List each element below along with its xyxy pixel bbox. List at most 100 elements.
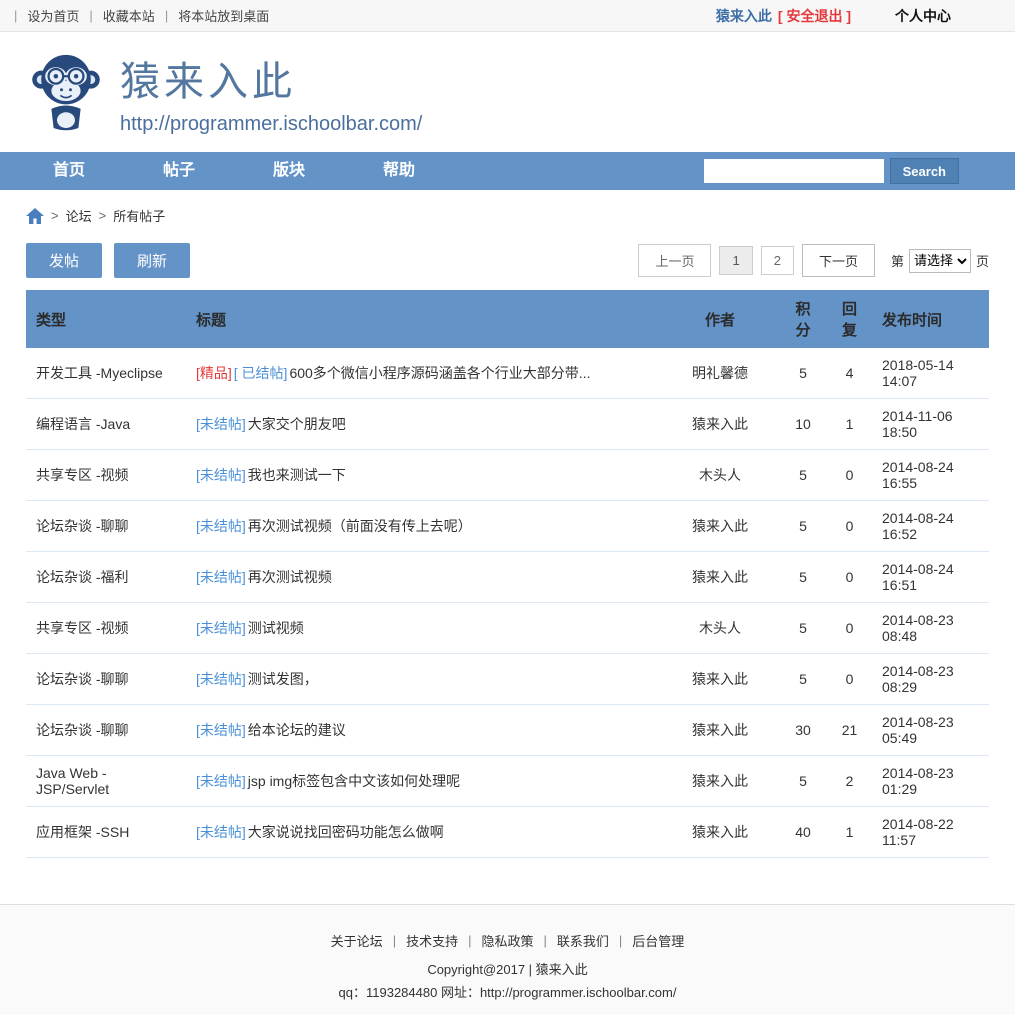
table-body: 开发工具 -Myeclipse [精品][ 已结帖]600多个微信小程序源码涵盖…	[26, 348, 989, 858]
nav-item-home[interactable]: 首页	[14, 152, 124, 190]
post-tag[interactable]: [未结帖]	[196, 518, 246, 534]
footer-link-admin[interactable]: 后台管理	[632, 931, 684, 950]
desktop-shortcut-link[interactable]: 将本站放到桌面	[178, 6, 269, 25]
cell-time: 2014-08-24 16:55	[872, 450, 989, 501]
next-page-button[interactable]: 下一页	[802, 244, 875, 277]
page-select[interactable]: 请选择	[909, 249, 971, 273]
search-button[interactable]: Search	[890, 158, 959, 184]
cell-replies: 0	[827, 450, 872, 501]
cell-replies: 0	[827, 501, 872, 552]
cell-author: 明礼馨德	[661, 348, 779, 399]
cell-title: [未结帖]给本论坛的建议	[186, 705, 661, 756]
footer-link-contact[interactable]: 联系我们	[557, 931, 609, 950]
breadcrumb-all-posts[interactable]: 所有帖子	[113, 206, 165, 225]
post-title-link[interactable]: 给本论坛的建议	[248, 722, 346, 738]
cell-type: 论坛杂谈 -聊聊	[26, 654, 186, 705]
prev-page-button[interactable]: 上一页	[638, 244, 711, 277]
post-title-link[interactable]: 测试视频	[248, 620, 304, 636]
cell-author: 猿来入此	[661, 705, 779, 756]
post-tag[interactable]: [未结帖]	[196, 569, 246, 585]
cell-type: 论坛杂谈 -聊聊	[26, 501, 186, 552]
site-url[interactable]: http://programmer.ischoolbar.com/	[120, 113, 422, 136]
post-tag[interactable]: [精品]	[196, 365, 232, 381]
cell-score: 5	[779, 348, 827, 399]
monkey-logo-icon	[30, 50, 102, 134]
table-row: 共享专区 -视频 [未结帖]测试视频 木头人 5 0 2014-08-23 08…	[26, 603, 989, 654]
post-title-link[interactable]: 再次测试视频	[248, 569, 332, 585]
post-title-link[interactable]: 我也来测试一下	[248, 467, 346, 483]
page-number-1[interactable]: 1	[719, 246, 752, 275]
refresh-button[interactable]: 刷新	[114, 243, 190, 278]
cell-score: 5	[779, 603, 827, 654]
post-tag[interactable]: [未结帖]	[196, 620, 246, 636]
cell-author: 猿来入此	[661, 807, 779, 858]
new-post-button[interactable]: 发帖	[26, 243, 102, 278]
post-tag[interactable]: [未结帖]	[196, 773, 246, 789]
post-tag[interactable]: [ 已结帖]	[234, 365, 288, 381]
post-tag[interactable]: [未结帖]	[196, 467, 246, 483]
cell-type: 共享专区 -视频	[26, 450, 186, 501]
table-row: 应用框架 -SSH [未结帖]大家说说找回密码功能怎么做啊 猿来入此 40 1 …	[26, 807, 989, 858]
nav-item-boards[interactable]: 版块	[234, 152, 344, 190]
topbar-links: | 设为首页 | 收藏本站 | 将本站放到桌面	[14, 6, 269, 25]
cell-time: 2014-08-23 08:29	[872, 654, 989, 705]
header-time: 发布时间	[872, 290, 989, 348]
footer-link-privacy[interactable]: 隐私政策	[481, 931, 533, 950]
footer-link-support[interactable]: 技术支持	[406, 931, 458, 950]
post-tag[interactable]: [未结帖]	[196, 671, 246, 687]
post-title-link[interactable]: 600多个微信小程序源码涵盖各个行业大部分带...	[289, 365, 590, 381]
cell-replies: 1	[827, 807, 872, 858]
cell-replies: 0	[827, 603, 872, 654]
table-row: 论坛杂谈 -聊聊 [未结帖]给本论坛的建议 猿来入此 30 21 2014-08…	[26, 705, 989, 756]
cell-time: 2018-05-14 14:07	[872, 348, 989, 399]
site-name: 猿来入此	[120, 49, 422, 107]
cell-author: 木头人	[661, 603, 779, 654]
cell-replies: 4	[827, 348, 872, 399]
header-author: 作者	[661, 290, 779, 348]
logout-link[interactable]: [ 安全退出 ]	[778, 6, 851, 26]
cell-author: 猿来入此	[661, 501, 779, 552]
username-link[interactable]: 猿来入此	[716, 6, 772, 26]
cell-author: 猿来入此	[661, 756, 779, 807]
cell-author: 猿来入此	[661, 654, 779, 705]
nav-item-help[interactable]: 帮助	[344, 152, 454, 190]
post-title-link[interactable]: 测试发图，	[248, 671, 318, 687]
cell-replies: 21	[827, 705, 872, 756]
post-title-link[interactable]: 大家说说找回密码功能怎么做啊	[248, 824, 444, 840]
cell-score: 5	[779, 756, 827, 807]
post-title-link[interactable]: 再次测试视频（前面没有传上去呢）	[248, 518, 472, 534]
site-header: 猿来入此 http://programmer.ischoolbar.com/	[0, 32, 1015, 152]
cell-replies: 1	[827, 399, 872, 450]
cell-title: [精品][ 已结帖]600多个微信小程序源码涵盖各个行业大部分带...	[186, 348, 661, 399]
cell-time: 2014-08-22 11:57	[872, 807, 989, 858]
topbar-user-area: 猿来入此 [ 安全退出 ] 个人中心	[716, 6, 1001, 26]
header-replies: 回复	[827, 290, 872, 348]
cell-time: 2014-08-24 16:51	[872, 552, 989, 603]
breadcrumb: > 论坛 > 所有帖子	[0, 190, 1015, 237]
post-title-link[interactable]: 大家交个朋友吧	[248, 416, 346, 432]
nav-item-posts[interactable]: 帖子	[124, 152, 234, 190]
post-tag[interactable]: [未结帖]	[196, 722, 246, 738]
breadcrumb-forum[interactable]: 论坛	[66, 206, 92, 225]
home-icon[interactable]	[26, 208, 44, 224]
cell-score: 5	[779, 450, 827, 501]
cell-title: [未结帖]再次测试视频（前面没有传上去呢）	[186, 501, 661, 552]
bookmark-link[interactable]: 收藏本站	[103, 6, 155, 25]
cell-type: 论坛杂谈 -福利	[26, 552, 186, 603]
post-tag[interactable]: [未结帖]	[196, 824, 246, 840]
page-number-2[interactable]: 2	[761, 246, 794, 275]
header-title: 标题	[186, 290, 661, 348]
pagination: 上一页 1 2 下一页 第 请选择 页	[638, 244, 989, 277]
post-title-link[interactable]: jsp img标签包含中文该如何处理呢	[248, 773, 460, 789]
post-tag[interactable]: [未结帖]	[196, 416, 246, 432]
search-input[interactable]	[704, 159, 884, 183]
set-homepage-link[interactable]: 设为首页	[27, 6, 79, 25]
footer-link-about[interactable]: 关于论坛	[331, 931, 383, 950]
user-center-link[interactable]: 个人中心	[895, 6, 951, 26]
page-jump-prefix: 第	[891, 251, 904, 270]
separator: |	[14, 8, 17, 23]
page-jump: 第 请选择 页	[891, 249, 989, 273]
footer-copyright: Copyright@2017 | 猿来入此	[0, 959, 1015, 978]
cell-author: 猿来入此	[661, 399, 779, 450]
cell-time: 2014-08-23 01:29	[872, 756, 989, 807]
